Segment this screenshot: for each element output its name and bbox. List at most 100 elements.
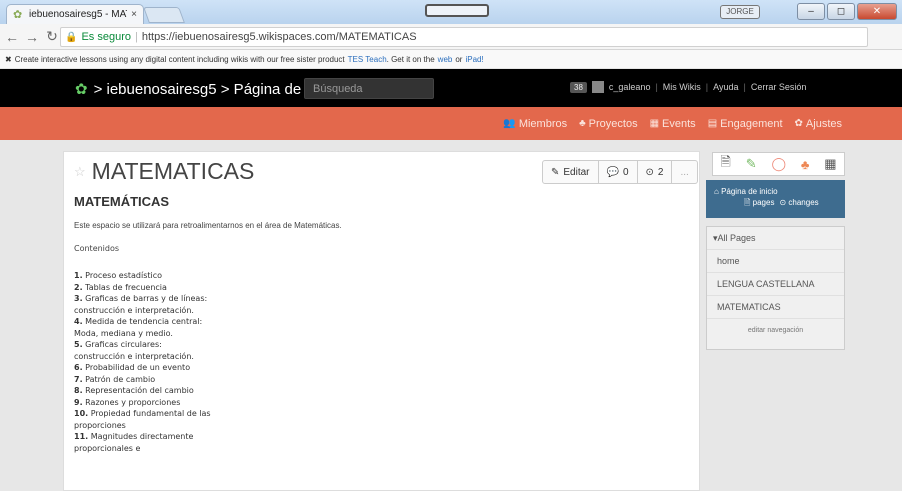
divider: | (743, 82, 746, 92)
list-item: construcción e interpretación. (74, 351, 684, 363)
list-item: 10. Propiedad fundamental de las (74, 408, 684, 420)
url-text: https://iebuenosairesg5.wikispaces.com/M… (141, 31, 417, 43)
list-item: proporcionales e (74, 443, 684, 455)
pages-link[interactable]: 🗎 pages (744, 197, 774, 208)
list-item-number: 2. (74, 282, 83, 292)
page-actions: ✎ Editar 💬 0 ⊙ 2 ... (542, 160, 698, 184)
list-item: 8. Representación del cambio (74, 385, 684, 397)
list-item: construcción e interpretación. (74, 305, 684, 317)
promo-text: Create interactive lessons using any dig… (14, 54, 345, 64)
edit-navigation-link[interactable]: editar navegación (707, 319, 844, 342)
wiki-favicon-icon: ✿ (13, 8, 23, 21)
browser-window: ✿ iebuenosairesg5 - MATE × JORGE – ◻ ✕ ←… (0, 0, 902, 491)
list-item-number: 11. (74, 432, 89, 441)
ipad-link[interactable]: iPad! (465, 55, 483, 64)
tes-teach-link[interactable]: TES Teach (348, 55, 387, 64)
promo-bar: ✖ Create interactive lessons using any d… (0, 50, 902, 69)
nav-label: Engagement (720, 117, 783, 130)
list-item-text: proporciones (74, 420, 126, 430)
list-item: 6. Probabilidad de un evento (74, 362, 684, 374)
list-item-number: 3. (74, 294, 83, 303)
wikispaces-logo-icon: ✿ (75, 81, 88, 98)
nav-label: Ajustes (805, 117, 842, 130)
list-item-text: proporcionales e (74, 443, 141, 453)
profile-button[interactable]: JORGE (720, 5, 760, 19)
nav-events[interactable]: ▦ Events (650, 118, 696, 130)
nav-label: Miembros (518, 117, 568, 130)
divider: | (655, 82, 658, 92)
browser-tab[interactable]: ✿ iebuenosairesg5 - MATE × (6, 4, 144, 24)
edit-button[interactable]: ✎ Editar (543, 161, 599, 183)
pencil-icon: ✎ (551, 166, 560, 178)
nav-projects[interactable]: ♣ Proyectos (579, 118, 637, 130)
logout-link[interactable]: Cerrar Sesión (751, 82, 807, 92)
avatar[interactable] (591, 81, 604, 93)
tab-close-icon[interactable]: × (131, 9, 137, 20)
search-input[interactable]: Búsqueda (304, 78, 434, 99)
sitemap-icon[interactable]: ♣ (801, 157, 810, 172)
nav-settings[interactable]: ✿ Ajustes (795, 118, 842, 130)
promo-close-icon[interactable]: ✖ (5, 55, 12, 64)
list-item-text: Razones y proporciones (85, 397, 181, 407)
nav-label: Proyectos (588, 117, 638, 130)
nav-page-home[interactable]: home (707, 250, 844, 273)
list-item-number: 8. (74, 386, 83, 395)
user-area: 38 c_galeano | Mis Wikis | Ayuda | Cerra… (570, 81, 806, 93)
page-title: ☆ MATEMATICAS (74, 158, 254, 185)
all-pages-toggle[interactable]: ▾ All Pages (707, 227, 844, 250)
breadcrumb[interactable]: ✿ > iebuenosairesg5 > Página de inicio (75, 80, 340, 99)
page-icon[interactable]: 🗎 (720, 153, 730, 175)
list-item-number: 4. (74, 317, 83, 326)
calendar-icon[interactable]: ▦ (824, 156, 836, 172)
help-link[interactable]: Ayuda (713, 82, 738, 92)
contents-label: Contenidos (74, 244, 120, 253)
comments-button[interactable]: 💬 0 (599, 161, 638, 183)
page-title-text: MATEMATICAS (91, 158, 255, 184)
list-item-text: Graficas de barras y de líneas: (85, 294, 208, 303)
web-link[interactable]: web (438, 55, 453, 64)
maximize-button[interactable]: ◻ (827, 3, 855, 20)
comments-count: 0 (622, 166, 629, 178)
paperclip-icon[interactable]: ✎ (746, 156, 757, 172)
nav-members[interactable]: 👥 Miembros (503, 118, 567, 130)
list-item-number: 10. (74, 409, 89, 418)
promo-text-middle: . Get it on the (386, 54, 435, 64)
home-panel[interactable]: ⌂ Página de inicio 🗎 pages ⊙ changes (706, 180, 845, 218)
wiki-nav: 👥 Miembros ♣ Proyectos ▦ Events ▤ Engagement… (0, 107, 902, 140)
content-heading: MATEMÁTICAS (74, 194, 170, 209)
more-button[interactable]: ... (672, 161, 696, 183)
window-indicator (425, 4, 489, 17)
address-bar: ← → ↻ 🔒 Es seguro | https://iebuenosaire… (0, 24, 902, 67)
list-item-number: 5. (74, 340, 83, 349)
promo-or: or (455, 54, 463, 64)
my-wikis-link[interactable]: Mis Wikis (663, 82, 701, 92)
history-button[interactable]: ⊙ 2 (638, 161, 673, 183)
username-link[interactable]: c_galeano (609, 82, 651, 92)
forward-arrow-icon[interactable]: → (24, 29, 40, 45)
new-tab-button[interactable] (143, 7, 185, 23)
gear-icon: ✿ (794, 118, 803, 129)
list-item-text: Tablas de frecuencia (85, 282, 167, 292)
close-window-button[interactable]: ✕ (857, 3, 897, 20)
nav-engagement[interactable]: ▤ Engagement (708, 118, 783, 130)
notification-badge[interactable]: 38 (570, 81, 587, 93)
speech-bubble-icon[interactable]: ◯ (771, 156, 786, 172)
list-item: 11. Magnitudes directamente (74, 431, 684, 443)
url-field[interactable]: 🔒 Es seguro | https://iebuenosairesg5.wi… (60, 27, 868, 47)
list-item: 4. Medida de tendencia central: (74, 316, 684, 328)
reload-icon[interactable]: ↻ (44, 28, 60, 45)
list-item: 1. Proceso estadístico (74, 270, 684, 282)
list-item-text: Graficas circulares: (85, 340, 162, 349)
minimize-button[interactable]: – (797, 3, 825, 20)
back-arrow-icon[interactable]: ← (4, 29, 20, 45)
list-item-text: Propiedad fundamental de las (90, 409, 211, 418)
list-item: 9. Razones y proporciones (74, 397, 684, 409)
lock-icon: 🔒 (65, 31, 78, 43)
nav-page-lengua[interactable]: LENGUA CASTELLANA (707, 273, 844, 296)
list-item-number: 1. (74, 271, 83, 280)
changes-link[interactable]: ⊙ changes (779, 197, 818, 208)
tab-title: iebuenosairesg5 - MATE (29, 9, 127, 20)
list-item-text: Magnitudes directamente (90, 432, 194, 441)
nav-page-matematicas[interactable]: MATEMATICAS (707, 296, 844, 319)
favorite-star-icon[interactable]: ☆ (74, 164, 86, 180)
